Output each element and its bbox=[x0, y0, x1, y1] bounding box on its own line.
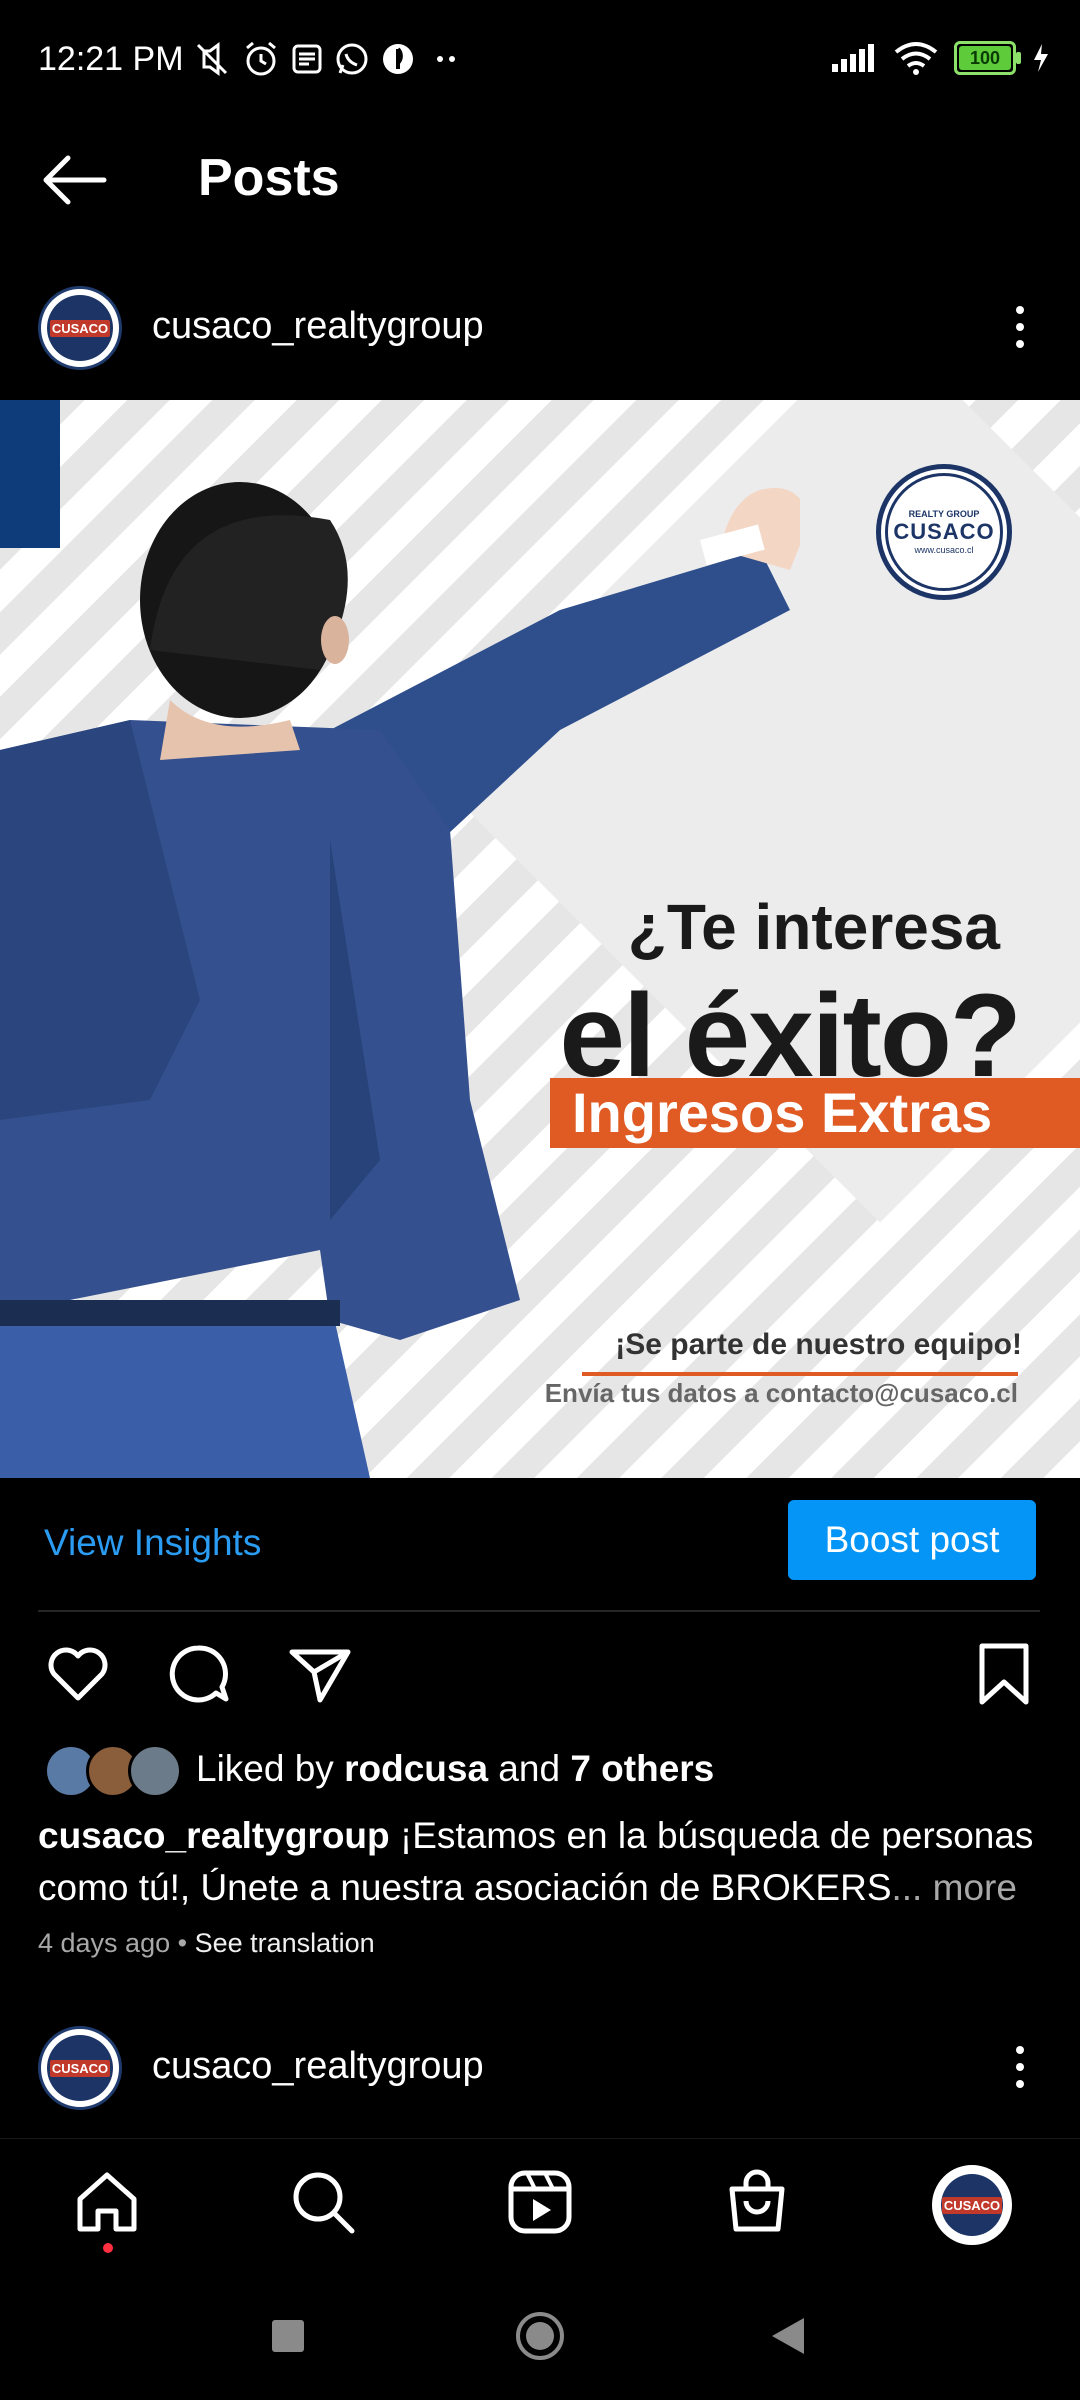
shop-icon[interactable] bbox=[722, 2167, 792, 2237]
post-author-username[interactable]: cusaco_realtygroup bbox=[152, 305, 484, 348]
recents-icon[interactable] bbox=[270, 2318, 306, 2354]
app-icon bbox=[383, 44, 413, 74]
post-options-icon[interactable] bbox=[1005, 302, 1035, 352]
post-image[interactable]: REALTY GROUP CUSACO www.cusaco.cl ¿Te in… bbox=[0, 400, 1080, 1478]
search-icon[interactable] bbox=[288, 2167, 358, 2237]
reels-icon[interactable] bbox=[505, 2167, 575, 2237]
avatar-logo-text: CUSACO bbox=[49, 319, 111, 337]
caption-more-link[interactable]: ... more bbox=[892, 1867, 1017, 1908]
battery-icon: 100 bbox=[954, 41, 1021, 75]
image-cta-line2: Envía tus datos a contacto@cusaco.cl bbox=[544, 1378, 1018, 1408]
next-post-author-avatar[interactable]: CUSACO bbox=[38, 2026, 122, 2110]
logo-word: CUSACO bbox=[893, 519, 995, 544]
liked-user[interactable]: rodcusa bbox=[344, 1748, 488, 1789]
image-cta-line1: ¡Se parte de nuestro equipo! bbox=[615, 1328, 1022, 1361]
save-icon[interactable] bbox=[970, 1640, 1038, 1708]
charging-icon bbox=[1034, 44, 1048, 72]
next-post-author-username[interactable]: cusaco_realtygroup bbox=[152, 2045, 484, 2088]
profile-tab-avatar[interactable]: CUSACO bbox=[932, 2165, 1012, 2245]
image-banner-text: Ingresos Extras bbox=[572, 1081, 993, 1144]
logo-top-text: REALTY GROUP bbox=[908, 509, 980, 519]
separator-dot: • bbox=[170, 1928, 195, 1958]
bottom-navigation: CUSACO bbox=[0, 2138, 1080, 2269]
home-notification-dot bbox=[103, 2243, 113, 2253]
image-headline-line1: ¿Te interesa bbox=[627, 891, 1000, 963]
see-translation-link[interactable]: See translation bbox=[195, 1928, 375, 1958]
status-icons-right: 100 bbox=[830, 40, 1050, 76]
status-time: 12:21 PM bbox=[38, 40, 184, 78]
liked-prefix: Liked by bbox=[196, 1748, 345, 1789]
divider bbox=[38, 1610, 1040, 1612]
comment-icon[interactable] bbox=[164, 1640, 232, 1708]
news-icon bbox=[292, 44, 322, 74]
logo-bottom-text: www.cusaco.cl bbox=[914, 545, 974, 555]
avatar-logo-text: CUSACO bbox=[941, 2196, 1003, 2214]
post-caption: cusaco_realtygroup ¡Estamos en la búsque… bbox=[38, 1810, 1048, 1914]
post-author-avatar[interactable]: CUSACO bbox=[38, 286, 122, 370]
caption-username[interactable]: cusaco_realtygroup bbox=[38, 1815, 390, 1856]
liked-by-avatars[interactable] bbox=[44, 1744, 182, 1798]
system-navigation bbox=[0, 2270, 1080, 2400]
back-button[interactable] bbox=[40, 150, 110, 210]
alarm-icon bbox=[246, 41, 276, 76]
image-cta-underline bbox=[582, 1372, 1018, 1376]
battery-level: 100 bbox=[969, 47, 1001, 68]
liked-middle: and bbox=[488, 1748, 571, 1789]
next-post-options-icon[interactable] bbox=[1005, 2042, 1035, 2092]
home-icon[interactable] bbox=[72, 2167, 142, 2237]
like-icon[interactable] bbox=[44, 1640, 112, 1708]
post-timestamp: 4 days ago • See translation bbox=[38, 1928, 375, 1959]
time-ago: 4 days ago bbox=[38, 1928, 171, 1958]
liked-by-text[interactable]: Liked by rodcusa and 7 others bbox=[196, 1748, 714, 1790]
page-title: Posts bbox=[198, 149, 340, 207]
wifi-icon bbox=[894, 42, 938, 75]
brand-logo: REALTY GROUP CUSACO www.cusaco.cl bbox=[876, 464, 1012, 600]
liked-others[interactable]: 7 others bbox=[570, 1748, 714, 1789]
more-dots-icon bbox=[437, 56, 455, 62]
status-icons-left bbox=[192, 40, 466, 78]
back-arrow-icon bbox=[43, 155, 107, 205]
back-nav-icon[interactable] bbox=[770, 2316, 806, 2356]
mute-icon bbox=[196, 42, 228, 76]
signal-icon bbox=[832, 44, 874, 72]
whatsapp-icon bbox=[336, 43, 368, 75]
home-button-icon[interactable] bbox=[514, 2310, 566, 2362]
share-icon[interactable] bbox=[286, 1640, 354, 1708]
view-insights-link[interactable]: View Insights bbox=[44, 1522, 261, 1564]
avatar-logo-text: CUSACO bbox=[49, 2059, 111, 2077]
liker-avatar bbox=[128, 1744, 182, 1798]
boost-post-button[interactable]: Boost post bbox=[788, 1500, 1036, 1580]
